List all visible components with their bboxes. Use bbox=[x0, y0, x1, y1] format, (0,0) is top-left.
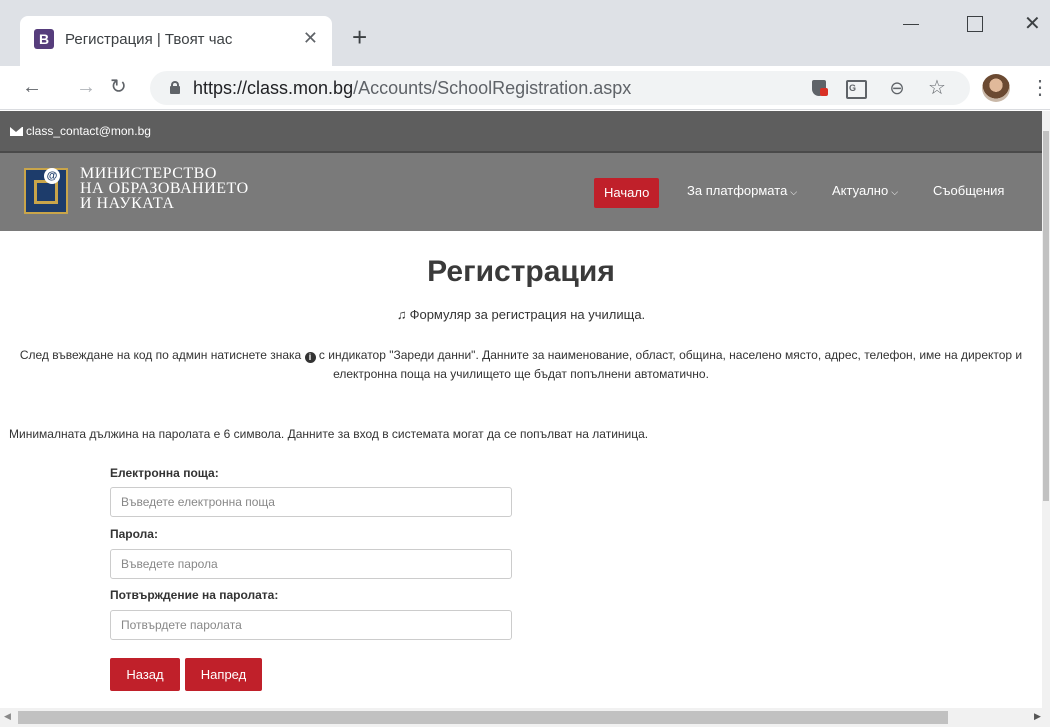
bell-icon: ♫ bbox=[396, 307, 407, 322]
email-field[interactable] bbox=[110, 487, 512, 517]
confirm-password-label: Потвърждение на паролата: bbox=[110, 588, 279, 602]
nav-platform-label: За платформата bbox=[687, 183, 788, 198]
lock-icon[interactable] bbox=[170, 81, 180, 94]
info-text: След въвеждане на код по админ натиснете… bbox=[0, 346, 1042, 384]
password-label: Парола: bbox=[110, 527, 158, 541]
tab-close-icon[interactable]: ✕ bbox=[303, 28, 318, 48]
reload-icon[interactable]: ↻ bbox=[110, 75, 127, 99]
logo-line-1: МИНИСТЕРСТВО bbox=[80, 165, 217, 182]
contact-bar: class_contact@mon.bg bbox=[0, 111, 1042, 153]
site-header: @ МИНИСТЕРСТВО НА ОБРАЗОВАНИЕТО И НАУКАТ… bbox=[0, 153, 1042, 231]
info-circle-icon: i bbox=[304, 352, 316, 363]
envelope-icon bbox=[10, 126, 23, 136]
forward-icon[interactable]: → bbox=[76, 75, 96, 99]
url-text[interactable]: https://class.mon.bg/Accounts/SchoolRegi… bbox=[193, 78, 631, 99]
nav-platform[interactable]: За платформата ⌵ bbox=[687, 183, 797, 198]
scroll-left-icon[interactable]: ◀ bbox=[4, 711, 11, 722]
ministry-logo-icon[interactable]: @ bbox=[24, 168, 68, 214]
browser-tabstrip: B Регистрация | Твоят час ✕ + ✕ bbox=[0, 0, 1050, 66]
scroll-right-icon[interactable]: ▶ bbox=[1034, 711, 1041, 722]
confirm-password-field[interactable] bbox=[110, 610, 512, 640]
nav-home[interactable]: Начало bbox=[594, 178, 660, 208]
logo-line-2: НА ОБРАЗОВАНИЕТО bbox=[80, 180, 249, 197]
vertical-scrollbar-thumb[interactable] bbox=[1043, 131, 1049, 501]
subtitle-text: Формуляр за регистрация на училища. bbox=[409, 307, 646, 322]
browser-toolbar: ← → ↻ https://class.mon.bg/Accounts/Scho… bbox=[0, 66, 1050, 110]
next-button[interactable]: Напред bbox=[185, 658, 262, 691]
vertical-scrollbar[interactable] bbox=[1042, 111, 1050, 708]
address-bar[interactable]: https://class.mon.bg/Accounts/SchoolRegi… bbox=[150, 71, 970, 105]
browser-tab[interactable]: B Регистрация | Твоят час ✕ bbox=[20, 16, 332, 66]
chevron-down-icon: ⌵ bbox=[891, 187, 899, 197]
nav-news[interactable]: Актуално ⌵ bbox=[832, 183, 898, 198]
nav-messages[interactable]: Съобщения bbox=[933, 183, 1004, 198]
info-text-after: с индикатор "Зареди данни". Данните за н… bbox=[318, 348, 1023, 381]
menu-icon[interactable]: ⋮ bbox=[1030, 76, 1050, 100]
translate-icon[interactable]: G bbox=[844, 77, 867, 99]
email-label: Електронна поща: bbox=[110, 466, 219, 480]
chevron-down-icon: ⌵ bbox=[790, 187, 798, 197]
back-icon[interactable]: ← bbox=[22, 75, 42, 99]
star-icon[interactable]: ☆ bbox=[926, 77, 948, 99]
ministry-logo-text[interactable]: МИНИСТЕРСТВО НА ОБРАЗОВАНИЕТО И НАУКАТА bbox=[80, 165, 249, 212]
extension-shield-icon[interactable] bbox=[808, 77, 830, 99]
horizontal-scrollbar[interactable]: ◀ ▶ bbox=[0, 708, 1050, 727]
window-maximize-button[interactable] bbox=[964, 12, 988, 36]
zoom-icon[interactable]: ⊖ bbox=[886, 77, 908, 99]
window-minimize-button[interactable] bbox=[900, 12, 924, 36]
password-field[interactable] bbox=[110, 549, 512, 579]
back-button[interactable]: Назад bbox=[110, 658, 180, 691]
password-note: Минималната дължина на паролата е 6 симв… bbox=[9, 427, 649, 441]
info-text-before: След въвеждане на код по админ натиснете… bbox=[19, 348, 302, 362]
url-host: https://class.mon.bg bbox=[193, 78, 354, 98]
url-path: /Accounts/SchoolRegistration.aspx bbox=[353, 78, 632, 98]
page-title: Регистрация bbox=[427, 255, 615, 288]
tab-title: Регистрация | Твоят час bbox=[65, 31, 233, 48]
horizontal-scrollbar-thumb[interactable] bbox=[18, 711, 948, 724]
contact-email[interactable]: class_contact@mon.bg bbox=[26, 124, 151, 138]
bootstrap-favicon-icon: B bbox=[34, 29, 54, 49]
page-subtitle: ♫ Формуляр за регистрация на училища. bbox=[0, 307, 1042, 322]
page-viewport: class_contact@mon.bg @ МИНИСТЕРСТВО НА О… bbox=[0, 111, 1042, 708]
profile-avatar[interactable] bbox=[982, 74, 1010, 102]
nav-news-label: Актуално bbox=[832, 183, 889, 198]
logo-line-3: И НАУКАТА bbox=[80, 195, 175, 212]
window-close-button[interactable]: ✕ bbox=[1024, 12, 1048, 36]
new-tab-button[interactable]: + bbox=[352, 24, 367, 50]
